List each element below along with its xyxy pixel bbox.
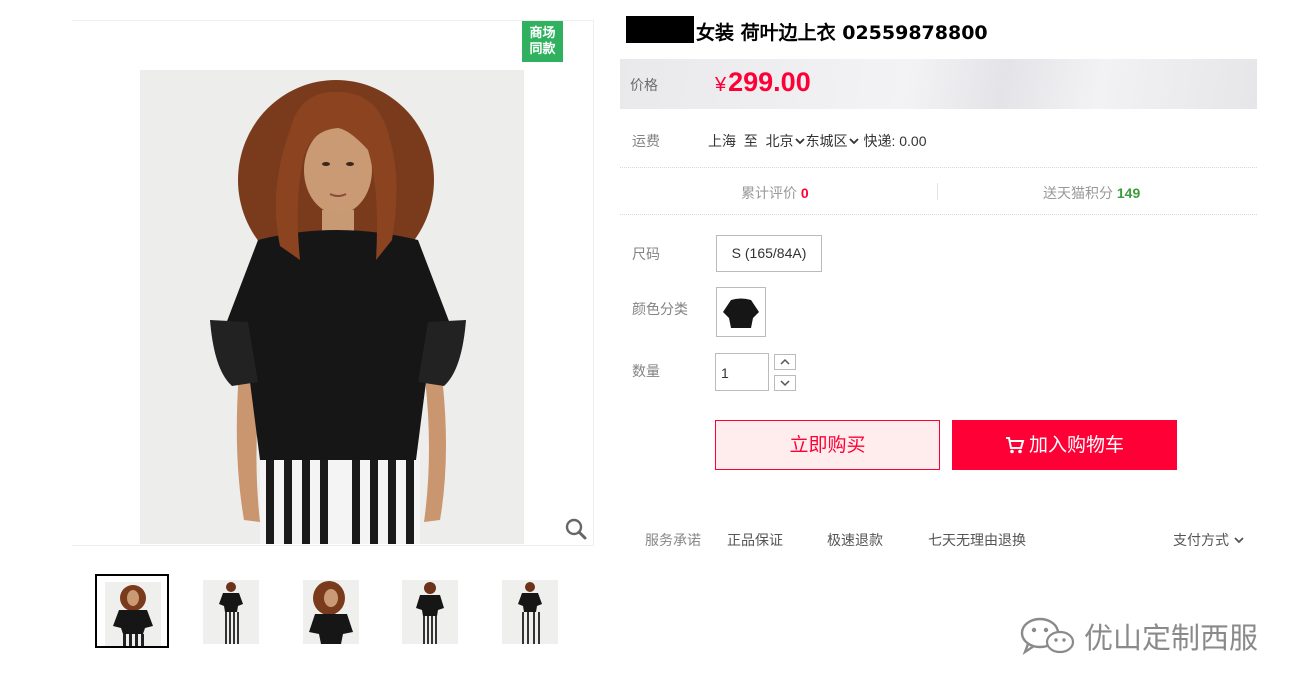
reviews-stat[interactable]: 累计评价 0 [741,183,809,203]
currency-symbol: ¥ [715,74,727,96]
badge-line-2: 同款 [529,41,556,56]
thumbnail-image [219,582,243,644]
shipping-to-word: 至 [743,133,758,149]
price-value: ¥299.00 [715,67,811,98]
quantity-decrease-button[interactable] [774,375,796,391]
shipping-info: 上海 至 北京 东城区 快递: 0.00 [708,131,926,151]
payment-methods-label: 支付方式 [1173,532,1229,548]
cart-icon [1005,437,1025,454]
thumbnail-1[interactable] [95,574,169,648]
shipping-label: 运费 [632,133,660,149]
model-illustration [140,70,524,544]
mall-same-style-badge: 商场 同款 [522,21,563,62]
quantity-label: 数量 [632,363,660,379]
service-genuine[interactable]: 正品保证 [727,530,783,550]
points-stat: 送天猫积分 149 [1043,183,1140,203]
thumbnail-4[interactable] [394,574,468,648]
points-label: 送天猫积分 [1043,185,1113,201]
color-label: 颜色分类 [632,301,688,317]
divider [620,214,1257,215]
reviews-label: 累计评价 [741,185,797,201]
quantity-increase-button[interactable] [774,354,796,370]
redacted-brand-block [626,16,694,43]
payment-methods-toggle[interactable]: 支付方式 [1173,530,1245,550]
reviews-count: 0 [800,185,809,201]
badge-line-1: 商场 [529,25,556,40]
add-to-cart-label: 加入购物车 [1028,434,1124,456]
service-promise-label: 服务承诺 [645,532,701,548]
thumbnail-2[interactable] [195,574,269,648]
thumbnail-image [518,582,542,644]
destination-district: 东城区 [805,133,848,149]
stats-divider [937,183,938,200]
price-amount: 299.00 [728,67,811,97]
chevron-down-icon [780,380,790,387]
chevron-down-icon [848,138,859,145]
color-swatch-image [723,298,759,328]
shipping-from: 上海 [708,133,736,149]
chevron-up-icon [780,358,790,365]
thumbnail-image [309,581,353,644]
destination-district-select[interactable]: 东城区 [806,131,860,151]
destination-city: 北京 [765,133,794,149]
size-option-s[interactable]: S (165/84A) [716,235,822,272]
thumbnail-3[interactable] [295,574,369,648]
add-to-cart-button[interactable]: 加入购物车 [952,420,1177,470]
thumbnail-5[interactable] [494,574,568,648]
service-fast-refund[interactable]: 极速退款 [827,530,883,550]
points-value: 149 [1116,185,1141,201]
zoom-icon[interactable] [564,517,588,541]
buy-now-button[interactable]: 立即购买 [715,420,940,470]
chevron-down-icon [794,138,805,145]
destination-city-select[interactable]: 北京 [766,131,806,151]
wechat-watermark: 优山定制西服 [1018,613,1258,659]
color-option-black[interactable] [716,287,766,337]
main-product-photo[interactable] [140,70,524,544]
chevron-down-icon [1234,537,1244,544]
quantity-input[interactable]: 1 [715,353,769,391]
express-fee: 快递: 0.00 [863,133,927,149]
price-panel: 价格 ¥299.00 [620,59,1257,109]
product-title: 女装 荷叶边上衣 02559878800 [696,22,988,44]
size-label: 尺码 [632,246,660,262]
thumbnail-image [416,582,444,644]
wechat-icon [1020,617,1075,656]
thumbnail-image [113,585,153,646]
price-label: 价格 [630,77,658,93]
watermark-text: 优山定制西服 [1084,621,1259,655]
service-seven-day-return[interactable]: 七天无理由退换 [928,530,1026,550]
divider [620,167,1257,168]
